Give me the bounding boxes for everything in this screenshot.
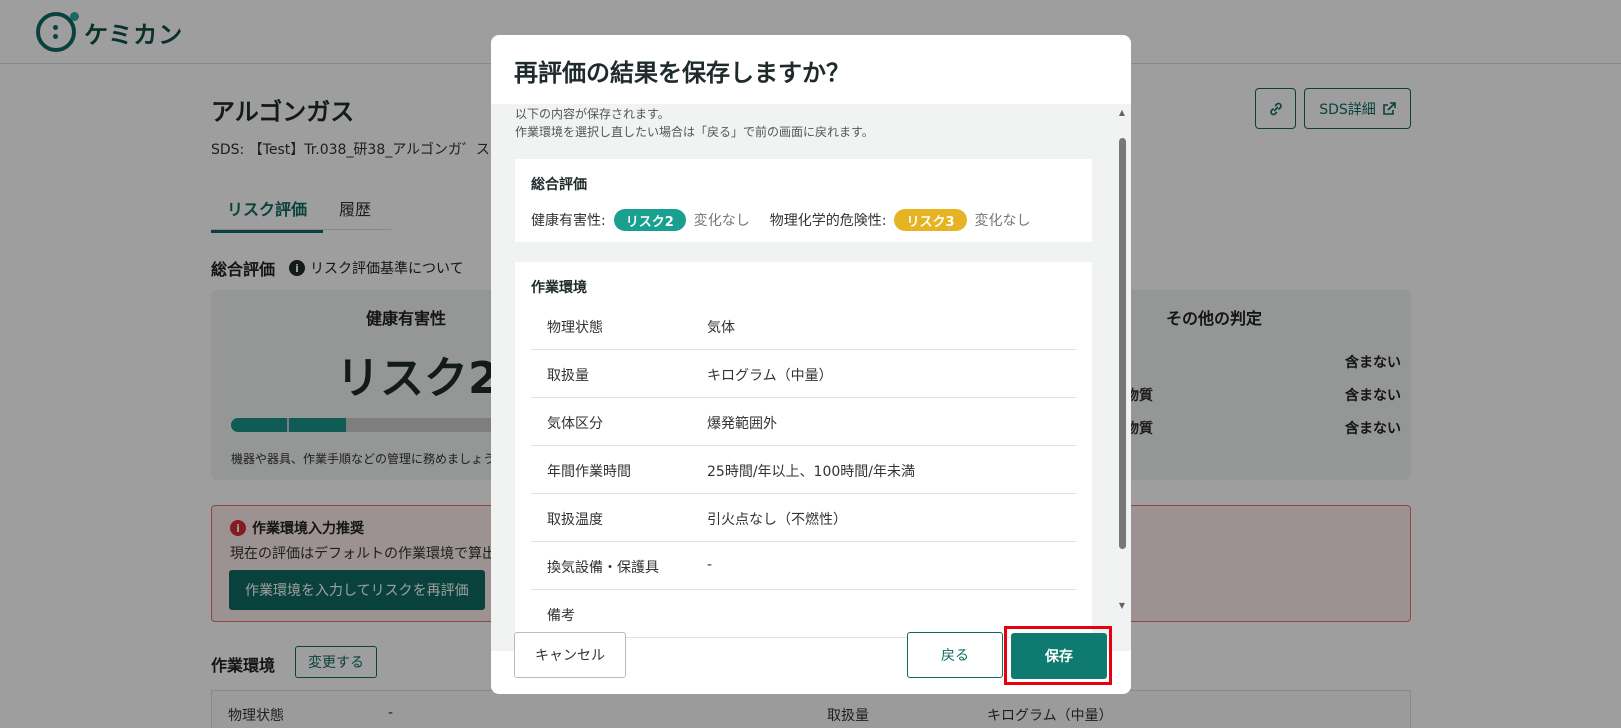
- env-row: 換気設備・保護具 -: [531, 542, 1076, 590]
- health-label: 健康有害性:: [531, 213, 606, 229]
- env-row: 備考: [531, 590, 1076, 638]
- overall-eval-line: 健康有害性: リスク2 変化なし 物理化学的危険性: リスク3 変化なし: [531, 209, 1031, 231]
- env-row-value: 25時間/年以上、100時間/年未満: [707, 464, 915, 480]
- scrollbar-thumb[interactable]: [1119, 138, 1126, 549]
- dialog-body[interactable]: 以下の内容が保存されます。 作業環境を選択し直したい場合は「戻る」で前の画面に戻…: [491, 104, 1131, 651]
- cancel-button[interactable]: キャンセル: [514, 632, 626, 678]
- env-row: 年間作業時間 25時間/年以上、100時間/年未満: [531, 446, 1076, 494]
- env-row: 物理状態 気体: [531, 302, 1076, 350]
- dialog-intro: 以下の内容が保存されます。 作業環境を選択し直したい場合は「戻る」で前の画面に戻…: [515, 105, 874, 141]
- save-button[interactable]: 保存: [1011, 633, 1107, 679]
- save-confirm-dialog: 再評価の結果を保存しますか？ 以下の内容が保存されます。 作業環境を選択し直した…: [491, 35, 1131, 694]
- phys-change-text: 変化なし: [974, 213, 1031, 229]
- intro-line: 作業環境を選択し直したい場合は「戻る」で前の画面に戻れます。: [515, 125, 874, 139]
- env-row-key: 取扱量: [547, 368, 589, 384]
- health-change-text: 変化なし: [693, 213, 750, 229]
- env-row-key: 取扱温度: [547, 512, 603, 528]
- scroll-up-arrow-icon[interactable]: ▲: [1117, 108, 1127, 117]
- env-row-value: -: [707, 557, 713, 573]
- overall-eval-heading: 総合評価: [531, 177, 587, 193]
- dialog-title: 再評価の結果を保存しますか？: [514, 59, 850, 87]
- scroll-down-arrow-icon[interactable]: ▼: [1117, 601, 1127, 610]
- env-row-key: 気体区分: [547, 416, 603, 432]
- env-row-value: キログラム（中量）: [707, 368, 833, 384]
- work-env-heading: 作業環境: [531, 280, 587, 296]
- env-row-key: 年間作業時間: [547, 464, 631, 480]
- env-row-value: 爆発範囲外: [707, 416, 777, 432]
- env-row-key: 備考: [547, 608, 575, 624]
- overall-eval-box: 総合評価 健康有害性: リスク2 変化なし 物理化学的危険性: リスク3 変化な…: [515, 159, 1092, 242]
- env-row-key: 物理状態: [547, 320, 603, 336]
- env-row: 取扱温度 引火点なし（不燃性）: [531, 494, 1076, 542]
- env-row-key: 換気設備・保護具: [547, 560, 659, 576]
- phys-risk-badge: リスク3: [894, 209, 967, 231]
- env-row-value: 気体: [707, 320, 735, 336]
- work-env-box: 作業環境 物理状態 気体 取扱量 キログラム（中量） 気体区分 爆発範囲外 年間作業時…: [515, 262, 1092, 651]
- health-risk-badge: リスク2: [613, 209, 686, 231]
- env-row: 取扱量 キログラム（中量）: [531, 350, 1076, 398]
- env-row: 気体区分 爆発範囲外: [531, 398, 1076, 446]
- intro-line: 以下の内容が保存されます。: [515, 107, 670, 121]
- env-row-value: 引火点なし（不燃性）: [707, 512, 847, 528]
- phys-label: 物理化学的危険性:: [769, 213, 887, 229]
- back-button[interactable]: 戻る: [907, 632, 1003, 678]
